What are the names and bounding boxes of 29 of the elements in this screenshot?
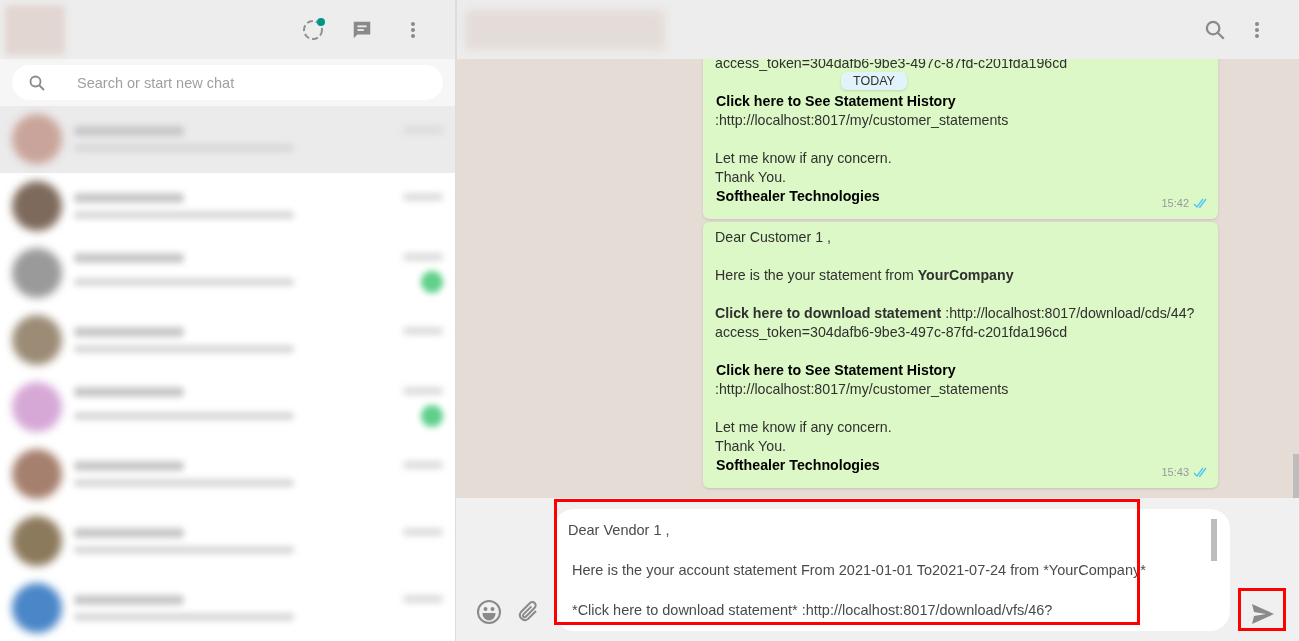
date-chip: TODAY	[841, 72, 907, 90]
search-icon	[29, 75, 45, 91]
paperclip-icon[interactable]	[516, 600, 540, 624]
input-line: Dear Vendor 1 ,	[568, 521, 671, 540]
message-line: Click here to download statement :http://localhost:8017/download/cds/44?	[714, 304, 1195, 323]
message-line: Softhealer Technologies	[715, 456, 880, 475]
message-line: Thank You.	[714, 168, 786, 187]
status-icon[interactable]	[301, 17, 325, 42]
double-check-icon	[1193, 198, 1209, 209]
message-line: Here is the your statement from YourCompany	[714, 266, 1014, 285]
message-line: Click here to See Statement History	[715, 92, 956, 111]
message-line: Dear Customer 1 ,	[714, 228, 831, 247]
message-line: Thank You.	[714, 437, 786, 456]
message-line: Click here to See Statement History	[715, 361, 956, 380]
search-field[interactable]: Search or start new chat	[12, 65, 443, 100]
message-time: 15:42	[1161, 196, 1189, 211]
highlight-frame	[1238, 588, 1286, 631]
send-icon[interactable]	[1250, 601, 1276, 627]
double-check-icon	[1193, 467, 1209, 478]
input-line: *Click here to download statement* :http://localhost:8017/download/vfs/46?	[571, 601, 1054, 620]
message-time: 15:43	[1161, 465, 1189, 480]
message-line: Softhealer Technologies	[715, 187, 880, 206]
message-line: :http://localhost:8017/my/customer_statements	[714, 380, 1009, 399]
message-line: access_token=304dafb6-9be3-497c-87fd-c201fda196cd	[714, 323, 1068, 342]
message-line: :http://localhost:8017/my/customer_statements	[714, 111, 1009, 130]
scrollbar	[1293, 454, 1299, 498]
message-line: Let me know if any concern.	[714, 149, 892, 168]
emoji-icon[interactable]	[476, 599, 502, 625]
message-line: Let me know if any concern.	[714, 418, 892, 437]
